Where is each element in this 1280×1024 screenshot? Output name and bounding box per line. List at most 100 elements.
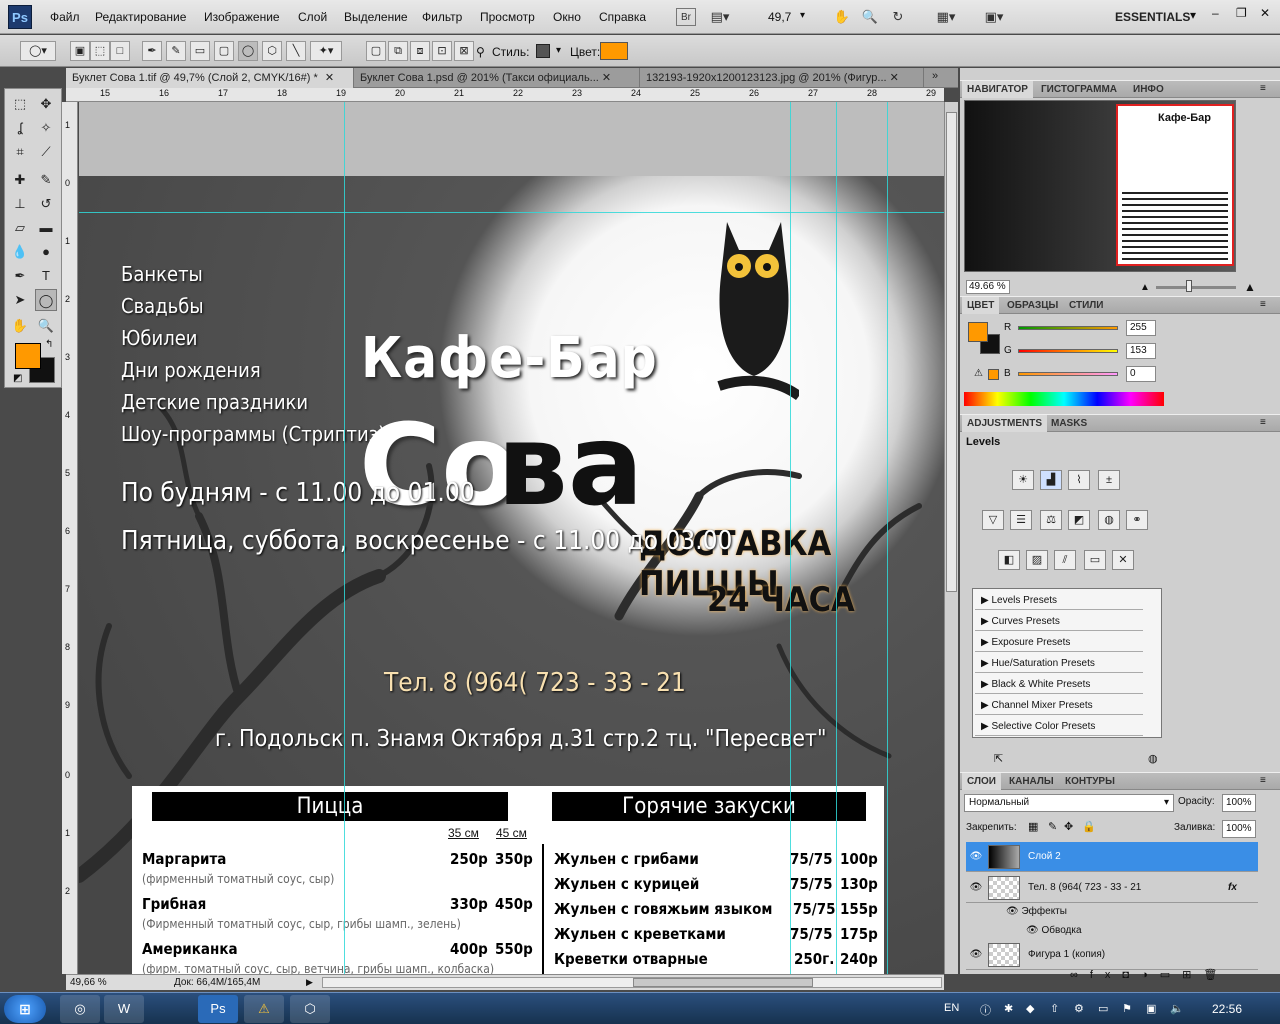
- tab-styles[interactable]: СТИЛИ: [1064, 297, 1108, 314]
- zoom-tool-icon[interactable]: 🔍: [35, 315, 57, 337]
- brightness-icon[interactable]: ☀: [1012, 470, 1034, 490]
- healing-brush-icon[interactable]: ✚: [9, 169, 31, 191]
- opacity-input[interactable]: 100%: [1222, 794, 1256, 812]
- layer-row[interactable]: 👁 Слой 2: [966, 842, 1258, 872]
- language-indicator[interactable]: EN: [944, 1002, 959, 1014]
- invert-icon[interactable]: ◧: [998, 550, 1020, 570]
- status-zoom[interactable]: 49,66 %: [70, 975, 107, 990]
- guide-line[interactable]: [344, 102, 345, 974]
- info-icon[interactable]: ⓘ: [980, 1002, 991, 1018]
- tab-info[interactable]: ИНФО: [1128, 81, 1169, 98]
- preset-hue-sat[interactable]: ▶ Hue/Saturation Presets: [975, 654, 1143, 673]
- b-value[interactable]: 0: [1126, 366, 1156, 382]
- hue-sat-icon[interactable]: ☰: [1010, 510, 1032, 530]
- close-icon[interactable]: ✕: [890, 72, 899, 84]
- zoom-select[interactable]: 49,7: [768, 10, 791, 24]
- color-fg-swatch[interactable]: [968, 322, 988, 342]
- menu-layer[interactable]: Слой: [298, 10, 327, 24]
- add-mode-icon[interactable]: ⧉: [388, 41, 408, 61]
- trash-icon[interactable]: 🗑: [1203, 969, 1229, 981]
- r-value[interactable]: 255: [1126, 320, 1156, 336]
- tab-paths[interactable]: КОНТУРЫ: [1060, 773, 1120, 790]
- marquee-tool-icon[interactable]: ⬚: [9, 93, 31, 115]
- layer-style-icon[interactable]: fx: [1090, 969, 1123, 981]
- navigator-zoom[interactable]: 49.66 %: [966, 280, 1010, 294]
- screen-mode-icon[interactable]: ▣▾: [984, 8, 1004, 26]
- tab-masks[interactable]: MASKS: [1046, 415, 1092, 432]
- swap-colors-icon[interactable]: ↰: [45, 339, 53, 350]
- photo-filter-icon[interactable]: ◍: [1098, 510, 1120, 530]
- guide-line[interactable]: [790, 102, 791, 974]
- gear-icon[interactable]: ⚙: [1074, 1002, 1084, 1015]
- close-icon[interactable]: ✕: [325, 72, 334, 84]
- magic-wand-icon[interactable]: ✧: [35, 117, 57, 139]
- menu-select[interactable]: Выделение: [344, 10, 408, 24]
- menu-image[interactable]: Изображение: [204, 10, 280, 24]
- ellipse-tool-icon[interactable]: ◯: [35, 289, 57, 311]
- ellipse-icon[interactable]: ◯: [238, 41, 258, 61]
- type-tool-icon[interactable]: T: [35, 265, 57, 287]
- layer-row[interactable]: 👁 Тел. 8 (964( 723 - 33 - 21 fx: [966, 873, 1258, 903]
- preset-selective-color[interactable]: ▶ Selective Color Presets: [975, 717, 1143, 736]
- path-select-icon[interactable]: ➤: [9, 289, 31, 311]
- subtract-mode-icon[interactable]: ⧈: [410, 41, 430, 61]
- exposure-icon[interactable]: ±: [1098, 470, 1120, 490]
- monitor-icon[interactable]: ▭: [1098, 1002, 1108, 1015]
- scroll-thumb[interactable]: [633, 978, 813, 987]
- lock-move-icon[interactable]: ✥: [1064, 820, 1073, 833]
- app-icon[interactable]: ⬡: [290, 995, 330, 1023]
- color-ramp[interactable]: [964, 392, 1164, 406]
- effects-label[interactable]: 👁 Эффекты: [1006, 906, 1067, 917]
- color-balance-icon[interactable]: ⚖: [1040, 510, 1062, 530]
- tab-booklet-psd[interactable]: Буклет Сова 1.psd @ 201% (Такси официаль…: [354, 68, 640, 88]
- document-canvas[interactable]: Банкеты Свадьбы Юбилеи Дни рождения Детс…: [79, 102, 944, 974]
- history-brush-icon[interactable]: ↺: [35, 193, 57, 215]
- tab-layers[interactable]: СЛОИ: [962, 773, 1001, 790]
- blend-mode-select[interactable]: Нормальный ▾: [964, 794, 1174, 812]
- close-icon[interactable]: ✕: [602, 72, 611, 84]
- preset-exposure[interactable]: ▶ Exposure Presets: [975, 633, 1143, 652]
- gradient-tool-icon[interactable]: ▬: [35, 217, 57, 239]
- default-colors-icon[interactable]: ◩: [13, 373, 22, 384]
- clip-icon[interactable]: ◍: [1148, 752, 1158, 765]
- chevron-down-icon[interactable]: ▾: [800, 10, 805, 21]
- crop-tool-icon[interactable]: ⌗: [9, 141, 31, 163]
- selective-color-icon[interactable]: ✕: [1112, 550, 1134, 570]
- group-icon[interactable]: ▭: [1160, 969, 1182, 981]
- menu-help[interactable]: Справка: [599, 10, 646, 24]
- panel-menu-icon[interactable]: ≡: [1260, 775, 1266, 786]
- return-icon[interactable]: ⇱: [994, 752, 1003, 765]
- exclude-mode-icon[interactable]: ⊠: [454, 41, 474, 61]
- hand-tool-icon[interactable]: ✋: [9, 315, 31, 337]
- adjustment-layer-icon[interactable]: ◑: [1141, 969, 1160, 981]
- zoom-slider[interactable]: [1156, 286, 1236, 289]
- polygon-icon[interactable]: ⬡: [262, 41, 282, 61]
- eraser-tool-icon[interactable]: ▱: [9, 217, 31, 239]
- menu-window[interactable]: Окно: [553, 10, 581, 24]
- shape-layers-icon[interactable]: ▣: [70, 41, 90, 61]
- foreground-color[interactable]: [15, 343, 41, 369]
- tab-color[interactable]: ЦВЕТ: [962, 297, 1000, 314]
- hand-icon[interactable]: ✋: [832, 8, 852, 26]
- close-icon[interactable]: ✕: [1260, 6, 1270, 20]
- tab-jpg[interactable]: 132193-1920x1200123123.jpg @ 201% (Фигур…: [640, 68, 924, 88]
- b-slider[interactable]: [1018, 372, 1118, 376]
- minimize-icon[interactable]: –: [1212, 6, 1219, 20]
- volume-icon[interactable]: 🔈: [1170, 1002, 1184, 1015]
- photoshop-taskbar-icon[interactable]: Ps: [198, 995, 238, 1023]
- guide-line[interactable]: [79, 212, 944, 213]
- dodge-tool-icon[interactable]: ●: [35, 241, 57, 263]
- chevron-down-icon[interactable]: ▾: [556, 45, 561, 56]
- horizontal-scrollbar[interactable]: [322, 977, 942, 988]
- levels-icon[interactable]: ▟: [1040, 470, 1062, 490]
- layer-row[interactable]: 👁 Фигура 1 (копия): [966, 940, 1258, 970]
- tab-navigator[interactable]: НАВИГАТОР: [962, 81, 1033, 98]
- threshold-icon[interactable]: ⫽: [1054, 550, 1076, 570]
- zoom-in-icon[interactable]: ▲: [1244, 280, 1256, 294]
- eyedropper-icon[interactable]: ⟋: [35, 141, 57, 163]
- guide-line[interactable]: [836, 102, 837, 974]
- restore-icon[interactable]: ❐: [1236, 6, 1247, 20]
- network-icon[interactable]: ✱: [1004, 1002, 1013, 1015]
- zoom-out-icon[interactable]: ▲: [1140, 282, 1150, 293]
- flag-icon[interactable]: ⚑: [1122, 1002, 1132, 1015]
